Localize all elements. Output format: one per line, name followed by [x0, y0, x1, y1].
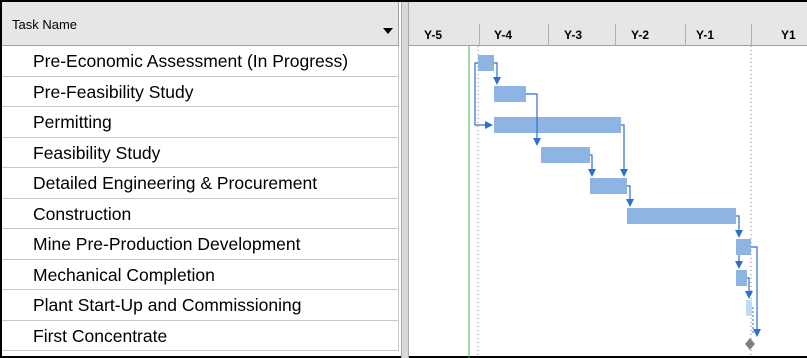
- task-row[interactable]: Construction: [2, 198, 399, 229]
- timescale-label: Y-5: [424, 28, 443, 42]
- task-bar[interactable]: [541, 147, 590, 163]
- dependency-link: [745, 277, 753, 299]
- timescale-label: Y1: [781, 28, 796, 42]
- task-row[interactable]: Plant Start-Up and Commissioning: [2, 290, 399, 321]
- timescale-label: Y-2: [631, 28, 650, 42]
- timescale-divider: [685, 24, 686, 46]
- timescale-divider: [479, 24, 480, 46]
- task-bar[interactable]: [736, 270, 747, 286]
- task-name-column-header[interactable]: Task Name: [2, 2, 399, 46]
- dependency-link: [493, 62, 501, 85]
- task-rows: Pre-Economic Assessment (In Progress) Pr…: [2, 46, 399, 351]
- task-row[interactable]: Permitting: [2, 107, 399, 138]
- task-bar[interactable]: [478, 55, 494, 71]
- task-name: Detailed Engineering & Procurement: [33, 173, 318, 193]
- timescale-label: Y-1: [696, 28, 715, 42]
- task-grid: Task Name Pre-Economic Assessment (In Pr…: [2, 2, 401, 358]
- timescale-divider: [615, 24, 616, 46]
- dependency-link: [626, 185, 634, 207]
- task-name: Feasibility Study: [33, 142, 161, 163]
- dependency-link: [588, 154, 596, 177]
- task-bar[interactable]: [494, 117, 621, 133]
- dropdown-arrow-icon[interactable]: [383, 28, 393, 34]
- dependency-link: [751, 246, 761, 337]
- task-bar[interactable]: [590, 178, 627, 194]
- task-name: Mechanical Completion: [33, 264, 215, 285]
- dependency-link: [752, 307, 754, 333]
- task-name-header-label: Task Name: [12, 17, 78, 32]
- task-row[interactable]: Pre-Feasibility Study: [2, 76, 399, 107]
- dependency-link: [474, 62, 493, 129]
- task-row[interactable]: Feasibility Study: [2, 137, 399, 168]
- task-bar[interactable]: [736, 239, 751, 255]
- timescale-divider: [548, 24, 549, 46]
- task-name: Construction: [33, 203, 132, 224]
- task-row[interactable]: Detailed Engineering & Procurement: [2, 168, 399, 199]
- task-name: Mine Pre-Production Development: [33, 234, 301, 254]
- dependency-link: [620, 124, 628, 177]
- gantt-bars-area: [468, 46, 761, 358]
- task-bar[interactable]: [746, 300, 752, 316]
- task-name: Pre-Economic Assessment (In Progress): [33, 51, 349, 71]
- timescale-divider: [751, 24, 752, 46]
- timescale-label: Y-4: [494, 28, 513, 42]
- gantt-chart-pane: Y-5 Y-4 Y-3 Y-2 Y-1 Y1: [409, 2, 807, 358]
- task-row[interactable]: First Concentrate: [2, 320, 399, 351]
- task-name: Pre-Feasibility Study: [33, 81, 194, 102]
- task-name: First Concentrate: [33, 325, 168, 346]
- task-row[interactable]: Mine Pre-Production Development: [2, 229, 399, 260]
- task-row[interactable]: Pre-Economic Assessment (In Progress): [2, 46, 399, 77]
- task-bar[interactable]: [494, 86, 526, 102]
- task-name: Permitting: [33, 112, 112, 132]
- milestone-diamond-icon[interactable]: [745, 338, 755, 350]
- timescale-header: Y-5 Y-4 Y-3 Y-2 Y-1 Y1: [409, 2, 807, 46]
- task-bar[interactable]: [627, 208, 736, 224]
- task-name: Plant Start-Up and Commissioning: [33, 295, 302, 315]
- gantt-view: Task Name Pre-Economic Assessment (In Pr…: [0, 0, 807, 358]
- timescale-label: Y-3: [564, 28, 583, 42]
- pane-splitter[interactable]: [401, 2, 409, 358]
- task-row[interactable]: Mechanical Completion: [2, 259, 399, 290]
- dependency-link: [735, 215, 743, 238]
